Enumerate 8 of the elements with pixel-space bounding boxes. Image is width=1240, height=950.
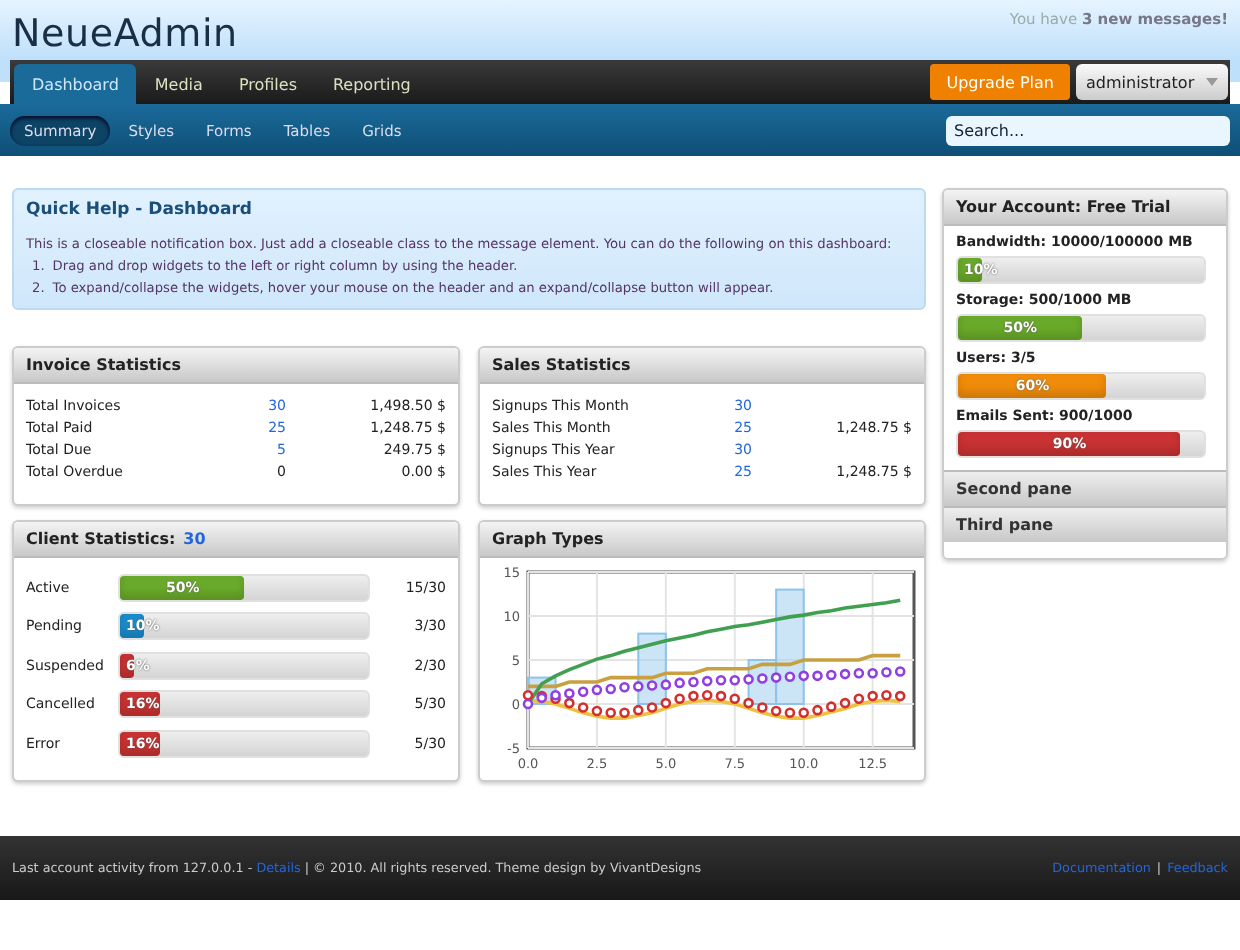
total-count: 30 xyxy=(183,530,206,548)
panel-title: Client Statistics: xyxy=(26,530,176,548)
panel-title: Graph Types xyxy=(480,522,924,558)
panel-title: Sales Statistics xyxy=(480,348,924,384)
panel-title: Your Account: Free Trial xyxy=(944,190,1226,226)
panel-title: Invoice Statistics xyxy=(14,348,458,384)
help-title: Quick Help - Dashboard xyxy=(26,200,255,222)
app-logo: NeueAdmin xyxy=(12,12,238,56)
